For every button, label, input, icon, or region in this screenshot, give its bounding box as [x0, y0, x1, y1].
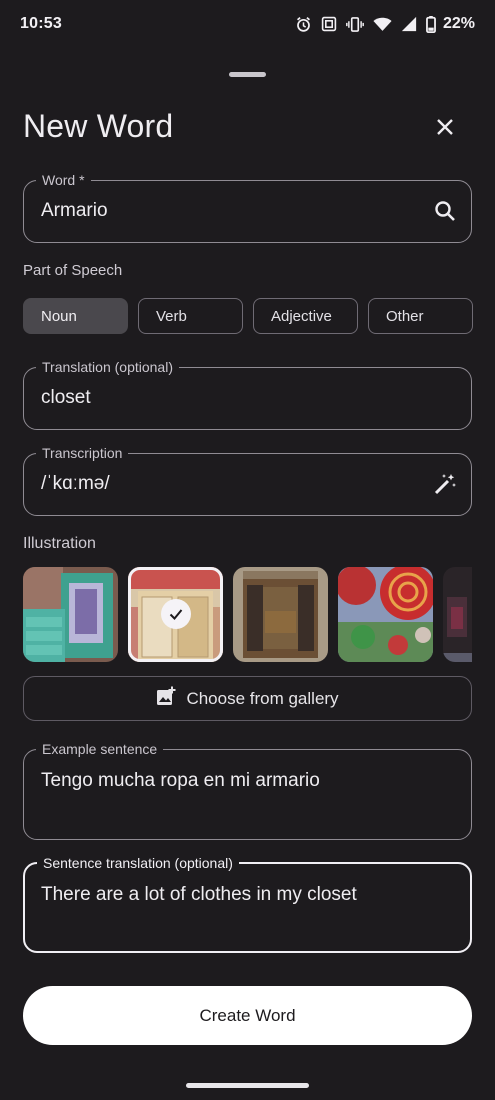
- illustration-carousel[interactable]: [23, 567, 472, 663]
- home-indicator[interactable]: [186, 1083, 309, 1088]
- part-of-speech-label: Part of Speech: [23, 262, 123, 279]
- word-field-value: Armario: [41, 200, 108, 221]
- example-sentence-label: Example sentence: [36, 741, 164, 757]
- choose-from-gallery-label: Choose from gallery: [186, 688, 339, 708]
- translation-field[interactable]: Translation (optional) closet: [23, 359, 472, 430]
- wifi-icon: [373, 16, 392, 32]
- close-button[interactable]: [428, 112, 462, 146]
- selected-check-icon: [161, 599, 191, 629]
- nfc-icon: [321, 16, 337, 32]
- chip-other[interactable]: Other: [368, 298, 473, 334]
- create-word-label: Create Word: [199, 1005, 296, 1025]
- example-sentence-field[interactable]: Example sentence Tengo mucha ropa en mi …: [23, 741, 472, 840]
- battery-icon: [426, 15, 436, 33]
- signal-icon: [401, 16, 417, 32]
- word-field[interactable]: Word * Armario: [23, 172, 472, 243]
- status-bar: 10:53 22%: [0, 0, 495, 48]
- vibrate-icon: [346, 16, 364, 33]
- close-icon: [436, 118, 454, 141]
- illustration-label: Illustration: [23, 535, 96, 552]
- status-icons: 22%: [295, 15, 475, 33]
- sentence-translation-value: There are a lot of clothes in my closet: [41, 884, 357, 905]
- status-time: 10:53: [20, 15, 62, 32]
- translation-field-label: Translation (optional): [36, 359, 179, 375]
- illustration-thumb-ornate-wooden-wardrobe[interactable]: [233, 567, 328, 662]
- sheet-drag-handle[interactable]: [229, 72, 266, 77]
- chip-verb[interactable]: Verb: [138, 298, 243, 334]
- transcription-field[interactable]: Transcription /ˈkɑːmə/: [23, 445, 472, 516]
- illustration-thumb-red-mosaic[interactable]: [338, 567, 433, 662]
- choose-from-gallery-button[interactable]: Choose from gallery: [23, 676, 472, 721]
- magic-wand-icon[interactable]: [432, 471, 458, 497]
- chip-label: Adjective: [271, 307, 332, 325]
- chip-label: Verb: [156, 307, 187, 325]
- transcription-field-label: Transcription: [36, 445, 129, 461]
- word-field-label: Word *: [36, 172, 91, 188]
- translation-field-value: closet: [41, 387, 91, 408]
- chip-label: Noun: [41, 307, 77, 325]
- search-icon[interactable]: [432, 198, 458, 224]
- example-sentence-value: Tengo mucha ropa en mi armario: [41, 770, 320, 791]
- transcription-field-value: /ˈkɑːmə/: [41, 473, 110, 494]
- chip-label: Other: [386, 307, 424, 325]
- chip-noun[interactable]: Noun: [23, 298, 128, 334]
- part-of-speech-chips: Noun Verb Adjective Other: [23, 298, 473, 334]
- add-photo-icon: [156, 686, 176, 711]
- battery-percentage: 22%: [442, 15, 475, 32]
- sheet-title: New Word: [23, 108, 174, 144]
- chip-adjective[interactable]: Adjective: [253, 298, 358, 334]
- sentence-translation-field[interactable]: Sentence translation (optional) There ar…: [23, 855, 472, 953]
- sentence-translation-label: Sentence translation (optional): [37, 855, 239, 871]
- illustration-thumb-patchwork-cupboard[interactable]: [128, 567, 223, 662]
- illustration-thumb-dark-room[interactable]: [443, 567, 472, 662]
- create-word-button[interactable]: Create Word: [23, 986, 472, 1045]
- alarm-icon: [295, 16, 312, 33]
- illustration-thumb-turquoise-cabinet[interactable]: [23, 567, 118, 662]
